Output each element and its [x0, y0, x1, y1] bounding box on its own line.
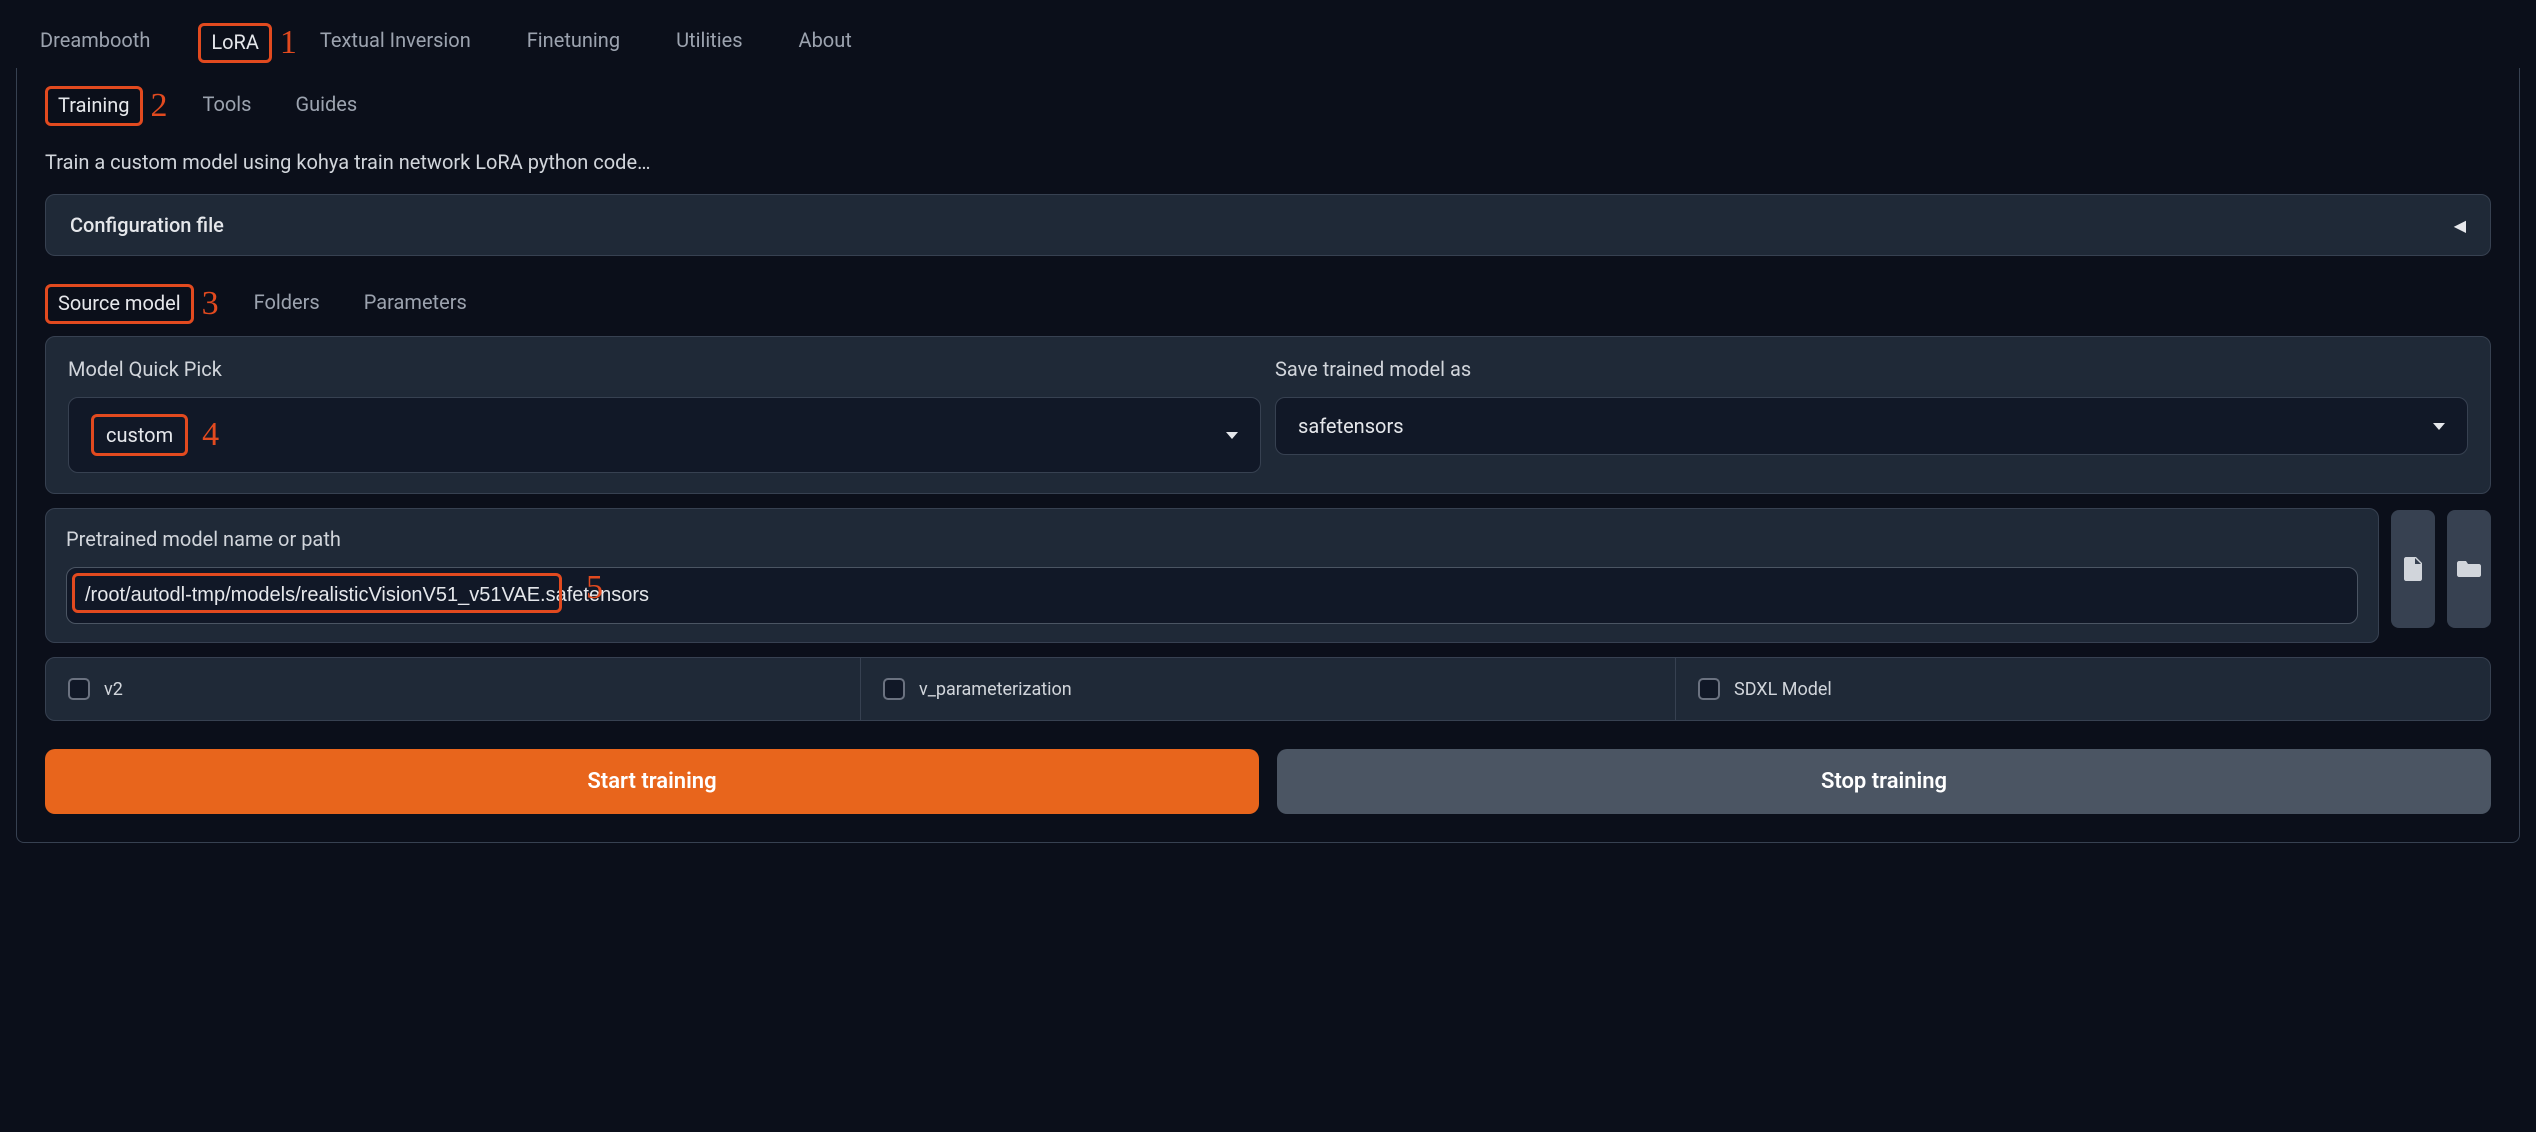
container: Training 2 Tools Guides Train a custom m…: [16, 68, 2520, 843]
check-sdxl[interactable]: SDXL Model: [1676, 658, 2490, 720]
configuration-file-bar[interactable]: Configuration file ◀: [45, 194, 2491, 256]
annotation-3: 3: [202, 285, 219, 323]
caret-down-icon: [1226, 432, 1238, 439]
save-as-value: safetensors: [1298, 414, 1404, 438]
check-sdxl-label: SDXL Model: [1734, 679, 1832, 700]
caret-down-icon: [2433, 423, 2445, 430]
sub-tabs: Training 2 Tools Guides: [45, 68, 2491, 132]
tab-lora[interactable]: LoRA: [211, 30, 259, 54]
highlight-source-model: Source model: [45, 284, 194, 324]
check-vparam[interactable]: v_parameterization: [861, 658, 1676, 720]
file-icon: [2403, 557, 2423, 581]
tab-about[interactable]: About: [791, 18, 860, 68]
tab-source-model[interactable]: Source model: [58, 291, 181, 315]
pretrained-input[interactable]: [66, 567, 2358, 624]
model-quick-pick-label: Model Quick Pick: [68, 357, 1261, 381]
annotation-1: 1: [280, 24, 297, 62]
subtab-training[interactable]: Training: [58, 93, 130, 117]
tab-utilities[interactable]: Utilities: [668, 18, 750, 68]
model-panel: Model Quick Pick custom 4 Save trained m…: [45, 336, 2491, 494]
pretrained-label: Pretrained model name or path: [66, 527, 2358, 551]
stop-training-button[interactable]: Stop training: [1277, 749, 2491, 814]
folder-icon: [2457, 559, 2481, 579]
checkbox-vparam[interactable]: [883, 678, 905, 700]
folder-button[interactable]: [2447, 510, 2491, 628]
annotation-4: 4: [202, 416, 219, 454]
checkbox-sdxl[interactable]: [1698, 678, 1720, 700]
subtab-guides[interactable]: Guides: [291, 84, 361, 128]
button-row: Start training Stop training: [45, 749, 2491, 814]
annotation-5: 5: [586, 569, 603, 607]
save-as-label: Save trained model as: [1275, 357, 2468, 381]
file-button[interactable]: [2391, 510, 2435, 628]
save-as-select[interactable]: safetensors: [1275, 397, 2468, 455]
subtab-tools[interactable]: Tools: [199, 84, 256, 128]
highlight-custom: custom: [91, 414, 188, 456]
tab-dreambooth[interactable]: Dreambooth: [32, 18, 158, 68]
model-quick-pick-value: custom: [106, 423, 173, 447]
tab-textual-inversion[interactable]: Textual Inversion: [312, 18, 479, 68]
check-v2-label: v2: [104, 679, 123, 700]
description-text: Train a custom model using kohya train n…: [45, 150, 2491, 174]
annotation-2: 2: [151, 87, 168, 125]
collapse-icon: ◀: [2454, 216, 2466, 235]
pretrained-panel: Pretrained model name or path 5: [45, 508, 2379, 643]
check-v2[interactable]: v2: [46, 658, 861, 720]
checks-panel: v2 v_parameterization SDXL Model: [45, 657, 2491, 721]
source-tabs: Source model 3 Folders Parameters: [45, 282, 2491, 326]
configuration-file-label: Configuration file: [70, 213, 224, 237]
tab-parameters[interactable]: Parameters: [360, 282, 471, 326]
start-training-button[interactable]: Start training: [45, 749, 1259, 814]
highlight-training: Training: [45, 86, 143, 126]
model-quick-pick-select[interactable]: custom 4: [68, 397, 1261, 473]
tab-folders[interactable]: Folders: [250, 282, 324, 326]
check-vparam-label: v_parameterization: [919, 679, 1072, 700]
pretrained-row: Pretrained model name or path 5: [45, 508, 2491, 643]
tab-finetuning[interactable]: Finetuning: [519, 18, 628, 68]
main-tabs: Dreambooth LoRA 1 Textual Inversion Fine…: [0, 0, 2536, 68]
checkbox-v2[interactable]: [68, 678, 90, 700]
highlight-lora: LoRA: [198, 23, 272, 63]
